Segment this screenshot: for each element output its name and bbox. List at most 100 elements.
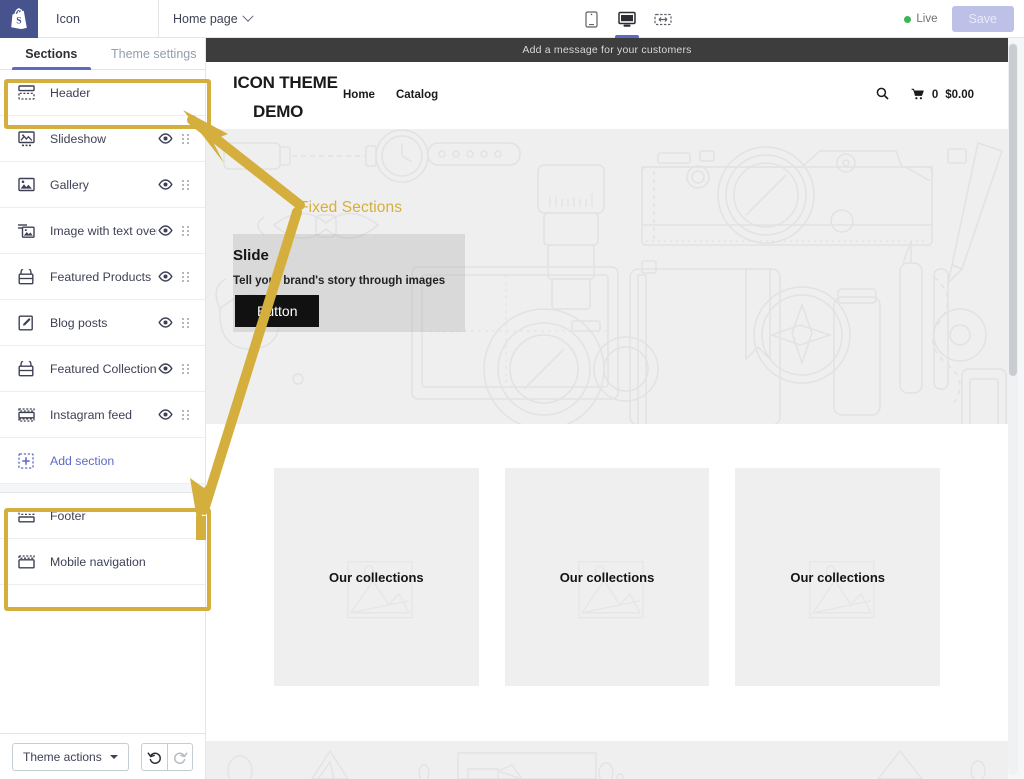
brand-line-1: ICON THEME (233, 73, 338, 92)
sidebar-item-slideshow[interactable]: Slideshow (0, 116, 205, 162)
sidebar-item-featured-products[interactable]: Featured Products (0, 254, 205, 300)
header-layout-icon (16, 85, 36, 100)
sidebar-bottom-bar: Theme actions (0, 733, 205, 779)
theme-editor-app: S Icon Home page Live Save Sections Them… (0, 0, 1024, 779)
page-selector[interactable]: Home page (159, 10, 254, 26)
live-status-label: Live (916, 13, 938, 25)
drag-handle-icon[interactable] (177, 363, 193, 374)
collection-label: Our collections (790, 569, 885, 585)
featured-collections-icon (16, 360, 36, 377)
tab-sections[interactable]: Sections (0, 38, 103, 70)
device-preview-switcher (578, 0, 676, 38)
theme-actions-label: Theme actions (23, 749, 102, 764)
sidebar-tabs: Sections Theme settings (0, 38, 205, 70)
storefront-tools: 0 $0.00 (876, 87, 974, 103)
visibility-eye-icon[interactable] (157, 179, 173, 190)
cart-count: 0 (931, 89, 939, 101)
live-status: Live (904, 13, 938, 25)
visibility-eye-icon[interactable] (157, 225, 173, 236)
preview-pane: Add a message for your customers ICON TH… (206, 38, 1024, 779)
search-icon[interactable] (876, 87, 889, 103)
save-button[interactable]: Save (951, 6, 1014, 32)
collection-card[interactable]: Our collections (274, 468, 479, 686)
slide-subtitle: Tell your brand's story through images (233, 275, 446, 287)
add-section-button[interactable]: Add section (0, 438, 205, 484)
sidebar-item-mobile-navigation[interactable]: Mobile navigation (0, 539, 205, 585)
visibility-eye-icon[interactable] (157, 133, 173, 144)
drag-handle-icon[interactable] (177, 317, 193, 328)
sidebar-item-label: Gallery (50, 177, 89, 192)
add-section-label: Add section (50, 453, 115, 468)
sidebar-item-label: Image with text over… (50, 223, 157, 238)
mobile-icon[interactable] (578, 0, 604, 38)
collection-card[interactable]: Our collections (735, 468, 941, 686)
annotation-label: Fixed Sections (299, 199, 403, 216)
sidebar-item-gallery[interactable]: Gallery (0, 162, 205, 208)
visibility-eye-icon[interactable] (157, 409, 173, 420)
storefront-header[interactable]: ICON THEME DEMO Home Catalog 0 $0.00 (206, 62, 1008, 129)
preview-bottom-band (206, 741, 1008, 779)
announcement-bar[interactable]: Add a message for your customers (206, 38, 1008, 62)
nav-link-catalog[interactable]: Catalog (396, 89, 438, 101)
chevron-down-icon (109, 754, 118, 759)
undo-icon[interactable] (141, 742, 167, 771)
sidebar-item-label: Featured Collections (50, 361, 157, 376)
announcement-text: Add a message for your customers (522, 44, 692, 56)
page-selector-label: Home page (173, 11, 238, 26)
drag-handle-icon[interactable] (177, 225, 193, 236)
nav-link-home[interactable]: Home (343, 89, 375, 101)
drag-handle-icon[interactable] (177, 179, 193, 190)
sidebar-item-footer[interactable]: Footer (0, 493, 205, 539)
sidebar-item-image-with-text-overlay[interactable]: Image with text over… (0, 208, 205, 254)
sections-divider (0, 484, 205, 493)
footer-lineart-illustration (227, 749, 986, 779)
featured-collections-section: Our collections Our collections Our coll… (206, 424, 1008, 714)
slide-title: Slide (233, 247, 269, 264)
drag-handle-icon[interactable] (177, 133, 193, 144)
sidebar-item-blog-posts[interactable]: Blog posts (0, 300, 205, 346)
fullscreen-icon[interactable] (650, 0, 676, 38)
live-status-dot (904, 15, 912, 23)
featured-products-icon (16, 268, 36, 285)
slide-cta-button[interactable]: Button (235, 295, 320, 327)
sidebar-item-label: Footer (50, 508, 86, 523)
section-list: Header Slideshow Gallery Image with text… (0, 70, 205, 585)
sidebar-item-label: Instagram feed (50, 407, 133, 422)
mobile-nav-icon (16, 554, 36, 569)
sidebar-item-instagram-feed[interactable]: Instagram feed (0, 392, 205, 438)
preview-scrollbar-track[interactable] (1008, 42, 1018, 775)
visibility-eye-icon[interactable] (157, 271, 173, 282)
topbar-right-group: Live Save (904, 0, 1014, 38)
shop-name: Icon (56, 11, 81, 26)
cart-summary[interactable]: 0 $0.00 (911, 88, 974, 103)
chevron-down-icon (241, 10, 254, 22)
redo-icon[interactable] (167, 742, 193, 771)
history-buttons (141, 742, 193, 771)
tab-theme-settings-label: Theme settings (111, 46, 197, 61)
collection-label: Our collections (559, 569, 655, 585)
blog-posts-icon (16, 315, 36, 331)
sidebar-item-header[interactable]: Header (0, 70, 205, 116)
sidebar-item-label: Mobile navigation (50, 554, 146, 569)
cart-icon (911, 88, 925, 103)
drag-handle-icon[interactable] (177, 271, 193, 282)
theme-actions-button[interactable]: Theme actions (12, 742, 129, 771)
collection-card[interactable]: Our collections (504, 468, 710, 686)
tab-theme-settings[interactable]: Theme settings (103, 38, 206, 69)
visibility-eye-icon[interactable] (157, 317, 173, 328)
brand-line-2: DEMO (253, 102, 304, 121)
collections-grid: Our collections Our collections Our coll… (206, 468, 1008, 686)
footer-layout-icon (16, 508, 36, 523)
drag-handle-icon[interactable] (177, 409, 193, 420)
shopify-bag-icon[interactable]: S (0, 0, 38, 38)
visibility-eye-icon[interactable] (157, 363, 173, 374)
gallery-icon (16, 177, 36, 192)
sidebar-item-label: Blog posts (50, 315, 108, 330)
desktop-icon[interactable] (614, 0, 640, 38)
storefront-preview: Add a message for your customers ICON TH… (206, 38, 1008, 779)
sidebar-item-label: Featured Products (50, 269, 152, 284)
preview-scrollbar-thumb[interactable] (1009, 44, 1017, 376)
slideshow-section[interactable]: Slide Tell your brand's story through im… (206, 129, 1008, 424)
top-bar: S Icon Home page Live Save (0, 0, 1024, 38)
sidebar-item-featured-collections[interactable]: Featured Collections (0, 346, 205, 392)
